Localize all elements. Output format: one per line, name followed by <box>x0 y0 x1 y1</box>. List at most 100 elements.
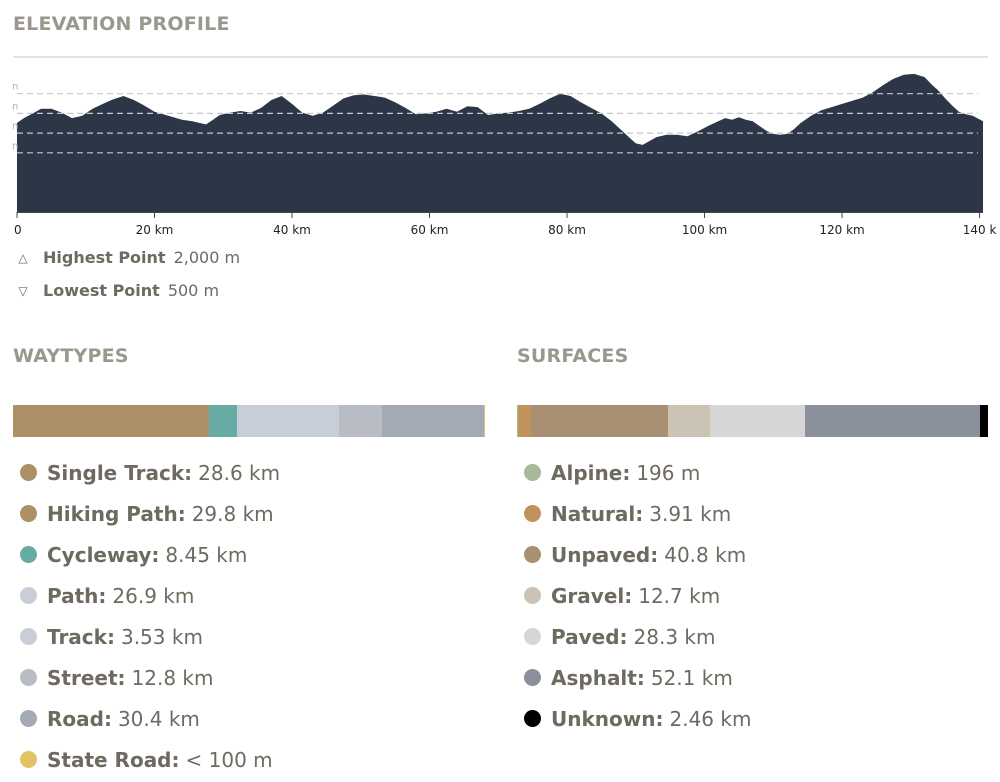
legend-separator: : <box>624 583 633 608</box>
waytypes-legend-amount: 8.45 km <box>165 542 248 567</box>
waytypes-bar-segment[interactable] <box>327 405 340 437</box>
y-tick-label: n <box>12 121 18 132</box>
x-tick-label: 120 km <box>819 223 864 237</box>
waytypes-legend-item[interactable]: Street:12.8 km <box>20 657 280 698</box>
waytypes-legend-amount: 29.8 km <box>191 501 274 526</box>
elevation-profile-title: ELEVATION PROFILE <box>13 13 230 35</box>
surfaces-legend-label: Asphalt <box>551 665 637 690</box>
legend-separator: : <box>622 460 631 485</box>
color-dot-icon <box>524 587 541 604</box>
waytypes-bar-segment[interactable] <box>381 405 484 437</box>
waytypes-legend-amount: 12.8 km <box>131 665 214 690</box>
highest-point-label: Highest Point <box>43 248 166 267</box>
y-tick-label: n <box>12 141 18 152</box>
color-dot-icon <box>524 628 541 645</box>
waytypes-legend-label: Hiking Path <box>47 501 178 526</box>
color-dot-icon <box>20 505 37 522</box>
surfaces-bar[interactable] <box>517 405 988 437</box>
color-dot-icon <box>524 505 541 522</box>
surfaces-legend-item[interactable]: Alpine:196 m <box>524 452 751 493</box>
surfaces-bar-segment[interactable] <box>979 405 988 437</box>
surfaces-legend-label: Gravel <box>551 583 625 608</box>
legend-separator: : <box>106 624 115 649</box>
elevation-chart[interactable]: nnnn0 20 km 40 km 60 km 80 km 100 km 120 km 140… <box>0 70 1000 240</box>
x-tick-label: 20 km <box>136 223 174 237</box>
y-tick-label: n <box>12 82 18 93</box>
color-dot-icon <box>20 628 37 645</box>
waytypes-legend-item[interactable]: Road:30.4 km <box>20 698 280 739</box>
surfaces-bar-segment[interactable] <box>530 405 668 437</box>
legend-separator: : <box>151 542 160 567</box>
surfaces-legend-item[interactable]: Paved:28.3 km <box>524 616 751 657</box>
waytypes-bar-segment[interactable] <box>108 405 209 437</box>
x-tick-label: 100 km <box>682 223 727 237</box>
surfaces-bar-segment[interactable] <box>517 405 531 437</box>
waytypes-legend-label: Path <box>47 583 99 608</box>
waytypes-legend-item[interactable]: Hiking Path:29.8 km <box>20 493 280 534</box>
legend-separator: : <box>650 542 659 567</box>
surfaces-legend-amount: 52.1 km <box>650 665 733 690</box>
waytypes-legend-item[interactable]: Track:3.53 km <box>20 616 280 657</box>
surfaces-bar-segment[interactable] <box>805 405 980 437</box>
waytypes-legend-label: Street <box>47 665 118 690</box>
lowest-point-stat: ▽ Lowest Point 500 m <box>16 281 219 300</box>
color-dot-icon <box>524 710 541 727</box>
surfaces-legend-item[interactable]: Unknown:2.46 km <box>524 698 751 739</box>
highest-point-value: 2,000 m <box>173 248 241 267</box>
color-dot-icon <box>524 464 541 481</box>
surfaces-legend: Alpine:196 m Natural:3.91 km Unpaved:40.8 … <box>524 452 751 739</box>
waytypes-legend-amount: 26.9 km <box>112 583 195 608</box>
legend-separator: : <box>177 501 186 526</box>
title-divider <box>13 56 988 58</box>
color-dot-icon <box>20 669 37 686</box>
legend-separator: : <box>171 747 180 772</box>
waytypes-legend-item[interactable]: State Road: < 100 m <box>20 739 280 780</box>
waytypes-legend-label: Road <box>47 706 104 731</box>
waytypes-legend-label: Cycleway <box>47 542 152 567</box>
waytypes-legend-amount: 28.6 km <box>198 460 281 485</box>
surfaces-legend-label: Alpine <box>551 460 623 485</box>
legend-separator: : <box>636 665 645 690</box>
x-tick-label: 40 km <box>273 223 311 237</box>
x-tick-label: 0 <box>14 223 22 237</box>
color-dot-icon <box>20 587 37 604</box>
waytypes-legend: Single Track:28.6 km Hiking Path:29.8 km C… <box>20 452 280 780</box>
surfaces-title: SURFACES <box>517 345 629 367</box>
y-tick-label: n <box>12 101 18 112</box>
waytypes-legend-amount: 30.4 km <box>117 706 200 731</box>
waytypes-bar-segment[interactable] <box>237 405 328 437</box>
waytypes-legend-item[interactable]: Cycleway:8.45 km <box>20 534 280 575</box>
color-dot-icon <box>20 751 37 768</box>
surfaces-bar-segment[interactable] <box>667 405 711 437</box>
waytypes-title: WAYTYPES <box>13 345 129 367</box>
waytypes-legend-amount: < 100 m <box>185 747 273 772</box>
lowest-point-label: Lowest Point <box>43 281 160 300</box>
surfaces-legend-amount: 196 m <box>636 460 701 485</box>
legend-separator: : <box>619 624 628 649</box>
x-tick-label: 140 k <box>963 223 997 237</box>
surfaces-bar-segment[interactable] <box>710 405 806 437</box>
waytypes-bar-segment[interactable] <box>339 405 382 437</box>
surfaces-legend-amount: 12.7 km <box>638 583 721 608</box>
elevation-area <box>17 73 983 213</box>
surfaces-legend-item[interactable]: Gravel:12.7 km <box>524 575 751 616</box>
waytypes-bar-segment[interactable] <box>13 405 109 437</box>
surfaces-legend-label: Unpaved <box>551 542 651 567</box>
surfaces-legend-amount: 2.46 km <box>669 706 752 731</box>
waytypes-bar-segment[interactable] <box>208 405 238 437</box>
color-dot-icon <box>20 464 37 481</box>
legend-separator: : <box>655 706 664 731</box>
waytypes-legend-label: Track <box>47 624 107 649</box>
waytypes-legend-item[interactable]: Path:26.9 km <box>20 575 280 616</box>
surfaces-legend-amount: 40.8 km <box>664 542 747 567</box>
waytypes-bar[interactable] <box>13 405 484 437</box>
surfaces-legend-item[interactable]: Natural:3.91 km <box>524 493 751 534</box>
surfaces-legend-label: Natural <box>551 501 636 526</box>
legend-separator: : <box>103 706 112 731</box>
color-dot-icon <box>20 546 37 563</box>
surfaces-legend-item[interactable]: Asphalt:52.1 km <box>524 657 751 698</box>
waytypes-legend-item[interactable]: Single Track:28.6 km <box>20 452 280 493</box>
surfaces-legend-amount: 28.3 km <box>633 624 716 649</box>
color-dot-icon <box>20 710 37 727</box>
surfaces-legend-item[interactable]: Unpaved:40.8 km <box>524 534 751 575</box>
